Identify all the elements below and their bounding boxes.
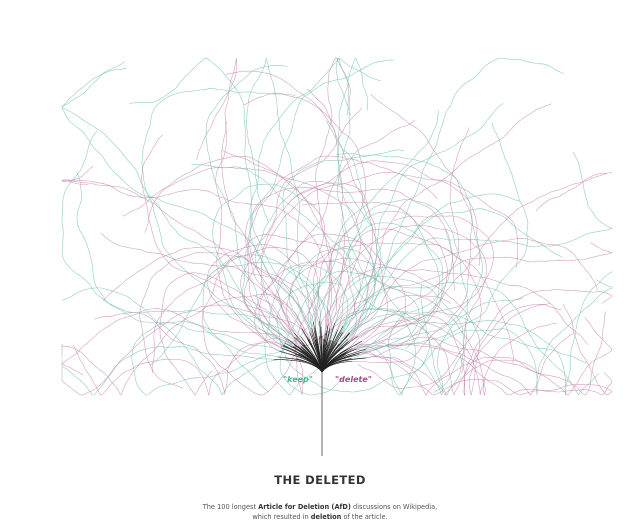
discussion-strand (61, 287, 296, 396)
discussion-strand (260, 171, 518, 342)
discussion-strand (139, 252, 317, 389)
discussion-strand (225, 70, 367, 328)
discussion-strand (338, 151, 613, 345)
legend-keep: "keep" (283, 375, 313, 384)
discussion-strand (102, 246, 316, 328)
caption-line-2: which resulted in deletion of the articl… (252, 513, 388, 521)
discussion-strand (344, 279, 613, 396)
discussion-strand (339, 57, 564, 349)
discussion-strand (359, 311, 606, 396)
discussion-strand (206, 244, 303, 352)
caption-line-1: The 100 longest Article for Deletion (Af… (202, 503, 438, 511)
discussion-strand (76, 172, 289, 354)
afd-branching-tree (61, 57, 613, 456)
discussion-strand (345, 127, 470, 350)
legend-delete: "delete" (335, 375, 372, 384)
discussion-strand (366, 172, 613, 350)
chart-title: THE DELETED (274, 473, 366, 487)
discussion-strand (72, 338, 302, 396)
chart-caption: The 100 longest Article for Deletion (Af… (0, 502, 640, 522)
discussion-strand (61, 68, 315, 331)
discussion-strands (61, 57, 613, 396)
discussion-strand (249, 57, 382, 343)
discussion-strand (61, 179, 332, 325)
discussion-strand (294, 240, 406, 396)
discussion-strand (337, 57, 368, 334)
